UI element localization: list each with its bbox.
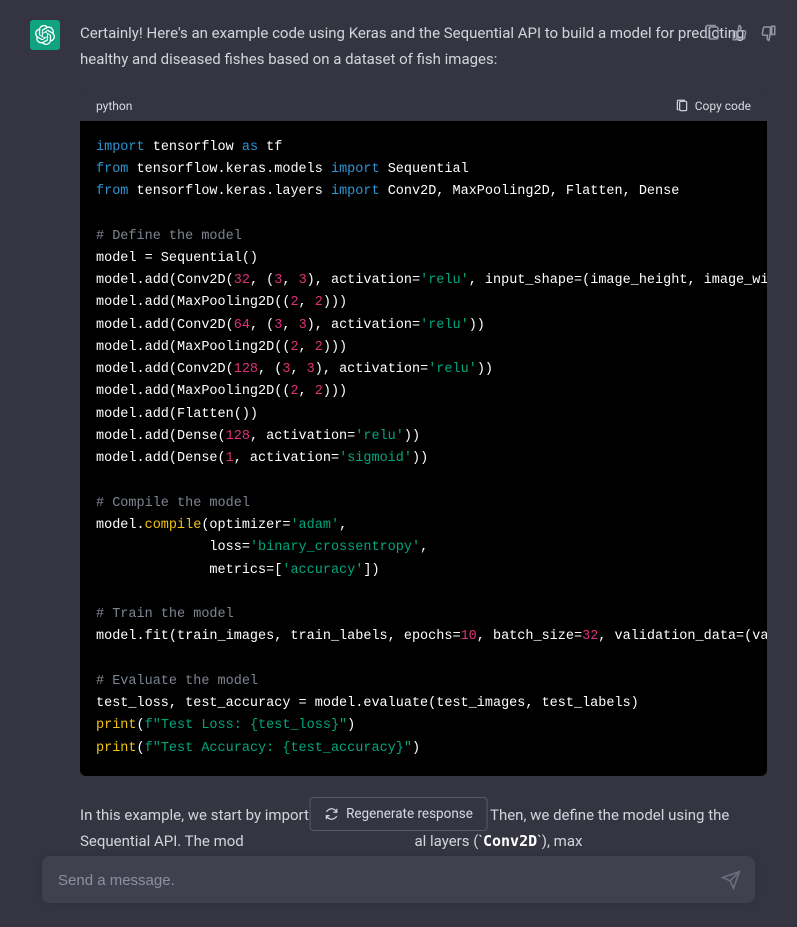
send-icon [721, 870, 741, 890]
message-input-container[interactable] [42, 856, 755, 903]
copy-code-label: Copy code [695, 99, 751, 113]
message-actions [703, 24, 777, 42]
code-block: python Copy code import tensorflow as tf… [80, 91, 767, 776]
code-header: python Copy code [80, 91, 767, 121]
message-input[interactable] [58, 872, 705, 889]
thumbs-down-icon [759, 24, 777, 42]
send-button[interactable] [721, 870, 741, 890]
clipboard-icon [703, 24, 721, 42]
assistant-message: Certainly! Here's an example code using … [0, 0, 797, 874]
assistant-avatar [30, 20, 60, 50]
refresh-icon [324, 807, 338, 821]
thumbs-down-button[interactable] [759, 24, 777, 42]
regenerate-label: Regenerate response [346, 806, 473, 822]
regenerate-button[interactable]: Regenerate response [309, 797, 488, 831]
openai-logo-icon [35, 25, 55, 45]
copy-code-button[interactable]: Copy code [675, 99, 751, 113]
clipboard-icon [675, 99, 689, 113]
thumbs-up-button[interactable] [731, 24, 749, 42]
code-content[interactable]: import tensorflow as tf from tensorflow.… [80, 121, 767, 776]
copy-message-button[interactable] [703, 24, 721, 42]
assistant-intro-text: Certainly! Here's an example code using … [80, 20, 767, 73]
thumbs-up-icon [731, 24, 749, 42]
code-lang-label: python [96, 99, 132, 113]
inline-code: Conv2D [483, 832, 537, 850]
